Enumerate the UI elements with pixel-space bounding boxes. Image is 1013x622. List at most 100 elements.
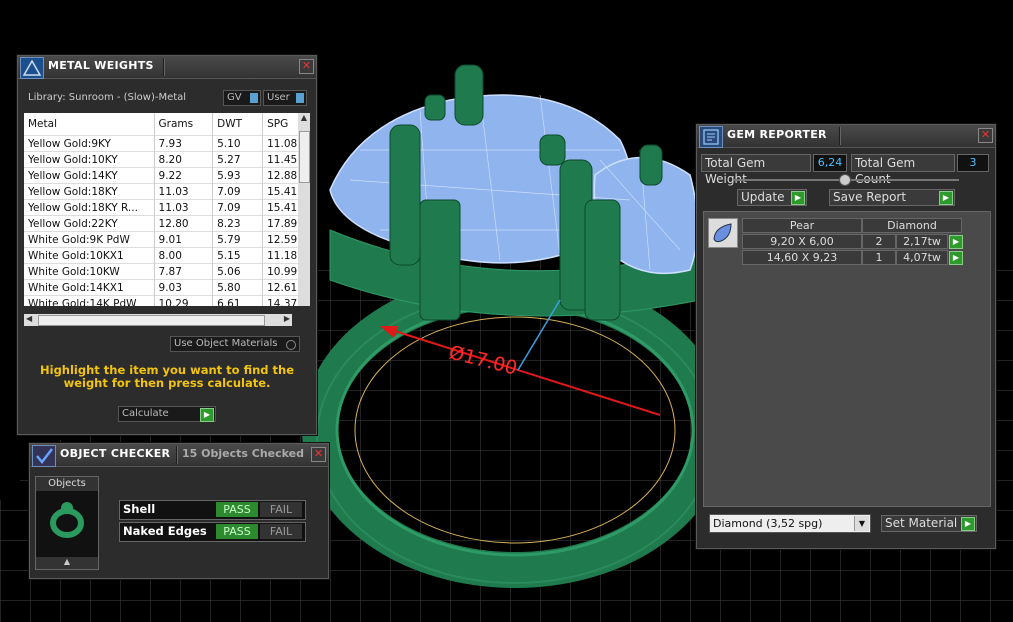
table-cell: Yellow Gold:14KY <box>24 167 155 184</box>
play-icon: ▶ <box>791 191 805 205</box>
table-cell: Yellow Gold:22KY <box>24 215 155 232</box>
save-report-button[interactable]: Save Report ▶ <box>829 189 955 206</box>
size-slider[interactable] <box>733 174 959 186</box>
table-row[interactable]: White Gold:10KX1 8.00 5.15 11.18 <box>24 247 298 264</box>
column-header[interactable]: Metal <box>24 113 155 136</box>
gem-row-play-icon[interactable]: ▶ <box>949 235 963 249</box>
scroll-right-icon[interactable]: ▶ <box>284 314 290 323</box>
user-indicator-icon <box>296 93 304 103</box>
gem-size: 14,60 X 9,23 <box>742 250 862 265</box>
table-cell: 6.61 <box>212 295 264 306</box>
check-row: Shell PASS FAIL <box>119 500 306 520</box>
scroll-up-icon[interactable]: ▲ <box>298 113 310 125</box>
table-row[interactable]: White Gold:14KX1 9.03 5.80 12.61 <box>24 279 298 296</box>
pass-badge: PASS <box>216 502 258 517</box>
table-row[interactable]: White Gold:9K PdW 9.01 5.79 12.59 <box>24 231 298 248</box>
table-cell: 7.93 <box>154 135 214 152</box>
column-header[interactable]: Grams <box>154 113 214 136</box>
metal-table-container: Metal Grams DWT SPG Yellow Gold:9KY 7.93 5.10… <box>24 113 298 306</box>
total-gem-count-value: 3 <box>957 154 989 172</box>
table-cell: 8.20 <box>154 151 214 168</box>
gem-reporter-panel: GEM REPORTER ✕ Total Gem Weight 6,24 Tot… <box>696 124 996 549</box>
metal-weights-titlebar[interactable]: METAL WEIGHTS ✕ <box>18 56 316 79</box>
gem-weight: 2,17tw <box>896 234 948 249</box>
expand-up-icon[interactable]: ▲ <box>36 557 98 569</box>
metal-table: Metal Grams DWT SPG Yellow Gold:9KY 7.93 5.10… <box>24 113 298 306</box>
close-icon[interactable]: ✕ <box>299 59 314 74</box>
table-cell: 9.22 <box>154 167 214 184</box>
close-icon[interactable]: ✕ <box>978 128 993 143</box>
table-cell: 8.23 <box>212 215 264 232</box>
table-cell: 12.80 <box>154 215 214 232</box>
material-header: Diamond <box>862 218 962 233</box>
gem-reporter-title: GEM REPORTER <box>727 128 827 141</box>
table-row[interactable]: Yellow Gold:18KY 11.03 7.09 15.41 <box>24 183 298 200</box>
library-label: Library: Sunroom - (Slow)-Metal <box>28 92 187 103</box>
column-header[interactable]: DWT <box>212 113 264 136</box>
play-icon: ▶ <box>200 408 214 422</box>
horizontal-scrollbar[interactable]: ◀ ▶ <box>24 314 292 326</box>
object-checker-panel: OBJECT CHECKER 15 Objects Checked ✕ Obje… <box>29 443 329 579</box>
table-cell: 11.03 <box>154 183 214 200</box>
metal-weights-panel: METAL WEIGHTS ✕ Library: Sunroom - (Slow… <box>17 55 317 435</box>
scroll-thumb[interactable] <box>299 131 310 183</box>
material-select[interactable]: Diamond (3,52 spg) ▼ <box>709 514 871 533</box>
table-row[interactable]: Yellow Gold:9KY 7.93 5.10 11.08 <box>24 135 298 152</box>
object-checker-title: OBJECT CHECKER <box>60 447 171 460</box>
toggle-indicator-icon <box>286 340 296 350</box>
table-row[interactable]: Yellow Gold:22KY 12.80 8.23 17.89 <box>24 215 298 232</box>
column-header[interactable]: SPG <box>262 113 298 136</box>
play-icon: ▶ <box>961 517 975 531</box>
object-checker-titlebar[interactable]: OBJECT CHECKER 15 Objects Checked ✕ <box>30 444 328 467</box>
table-cell: 11.03 <box>154 199 214 216</box>
table-cell: 12.59 <box>262 231 298 248</box>
update-button[interactable]: Update ▶ <box>737 189 807 206</box>
vertical-scrollbar[interactable]: ▲ <box>298 113 310 306</box>
table-row[interactable]: Yellow Gold:10KY 8.20 5.27 11.45 <box>24 151 298 168</box>
total-gem-weight-label: Total Gem Weight <box>701 154 811 186</box>
table-cell: Yellow Gold:18KY R... <box>24 199 155 216</box>
gv-toggle[interactable]: GV <box>223 90 261 106</box>
user-toggle[interactable]: User <box>263 90 307 106</box>
fail-badge: FAIL <box>260 524 302 539</box>
table-cell: 5.93 <box>212 167 264 184</box>
slider-knob[interactable] <box>839 174 851 186</box>
gem-reporter-titlebar[interactable]: GEM REPORTER ✕ <box>697 125 995 148</box>
table-cell: White Gold:9K PdW <box>24 231 155 248</box>
use-object-materials-toggle[interactable]: Use Object Materials <box>170 336 300 352</box>
hscroll-thumb[interactable] <box>38 315 265 326</box>
table-cell: 11.18 <box>262 247 298 264</box>
table-row[interactable]: White Gold:14K PdW 10.29 6.61 14.37 <box>24 295 298 306</box>
table-cell: 9.03 <box>154 279 214 296</box>
table-cell: 7.09 <box>212 183 264 200</box>
gem-list-area: Pear Diamond 9,20 X 6,00 2 2,17tw ▶ 14,60 X … <box>703 211 991 507</box>
calculate-button[interactable]: Calculate ▶ <box>118 406 216 422</box>
pass-badge: PASS <box>216 524 258 539</box>
table-cell: 5.80 <box>212 279 264 296</box>
table-cell: 10.29 <box>154 295 214 306</box>
set-material-button[interactable]: Set Material ▶ <box>881 515 977 532</box>
table-row[interactable]: White Gold:10KW 7.87 5.06 10.99 <box>24 263 298 280</box>
check-row: Naked Edges PASS FAIL <box>119 522 306 542</box>
table-row[interactable]: Yellow Gold:14KY 9.22 5.93 12.88 <box>24 167 298 184</box>
table-cell: 5.06 <box>212 263 264 280</box>
objects-box: Objects ▲ <box>35 476 99 570</box>
metal-weights-icon <box>20 57 44 79</box>
gem-report-icon <box>699 126 723 148</box>
table-cell: 5.27 <box>212 151 264 168</box>
fail-badge: FAIL <box>260 502 302 517</box>
metal-table-header: Metal Grams DWT SPG <box>24 113 298 136</box>
play-icon: ▶ <box>939 191 953 205</box>
checkmark-icon <box>32 445 56 467</box>
ring-thumbnail-icon[interactable] <box>48 499 86 539</box>
gem-row-play-icon[interactable]: ▶ <box>949 251 963 265</box>
table-cell: 8.00 <box>154 247 214 264</box>
pear-gem-icon[interactable] <box>708 218 738 248</box>
close-icon[interactable]: ✕ <box>311 447 326 462</box>
table-cell: Yellow Gold:9KY <box>24 135 155 152</box>
table-row[interactable]: Yellow Gold:18KY R... 11.03 7.09 15.41 <box>24 199 298 216</box>
table-cell: 15.41 <box>262 199 298 216</box>
chevron-down-icon[interactable]: ▼ <box>854 516 869 531</box>
scroll-left-icon[interactable]: ◀ <box>26 314 32 323</box>
table-cell: White Gold:10KW <box>24 263 155 280</box>
